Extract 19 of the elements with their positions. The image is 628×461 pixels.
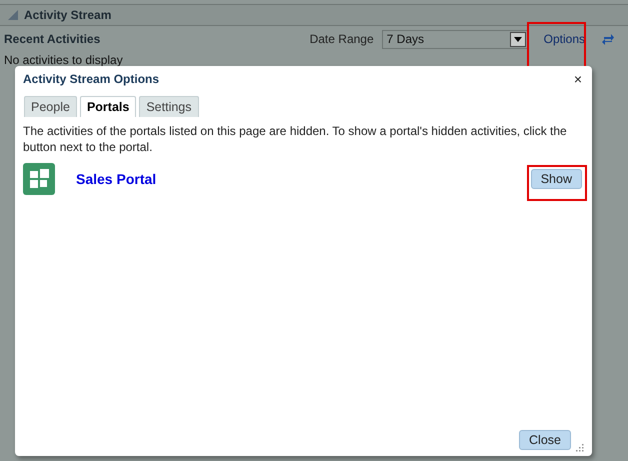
close-button[interactable]: Close bbox=[519, 430, 571, 450]
tab[interactable]: People bbox=[24, 96, 77, 117]
collapse-triangle-icon[interactable] bbox=[8, 10, 18, 20]
portal-link[interactable]: Sales Portal bbox=[76, 171, 531, 187]
tab[interactable]: Settings bbox=[139, 96, 198, 117]
refresh-arrows-icon[interactable] bbox=[602, 33, 614, 45]
portal-grid-icon bbox=[23, 163, 55, 195]
section-heading: Recent Activities bbox=[4, 32, 102, 46]
description-text: The activities of the portals listed on this page are hidden. To show a portal's hidden activities, click the button next to the portal. bbox=[23, 123, 568, 155]
panel-title: Activity Stream bbox=[24, 8, 112, 22]
tab[interactable]: Portals bbox=[80, 96, 136, 117]
resize-grip-icon[interactable] bbox=[576, 444, 584, 452]
show-button[interactable]: Show bbox=[530, 169, 582, 189]
close-button[interactable]: × bbox=[572, 71, 584, 87]
empty-message: No activities to display bbox=[3, 53, 123, 67]
options-link[interactable]: Options bbox=[544, 32, 585, 46]
date-range-dropdown[interactable]: 7 Days bbox=[382, 30, 528, 48]
dialog-title: Activity Stream Options bbox=[23, 72, 160, 86]
date-range-label: Date Range bbox=[310, 32, 374, 46]
